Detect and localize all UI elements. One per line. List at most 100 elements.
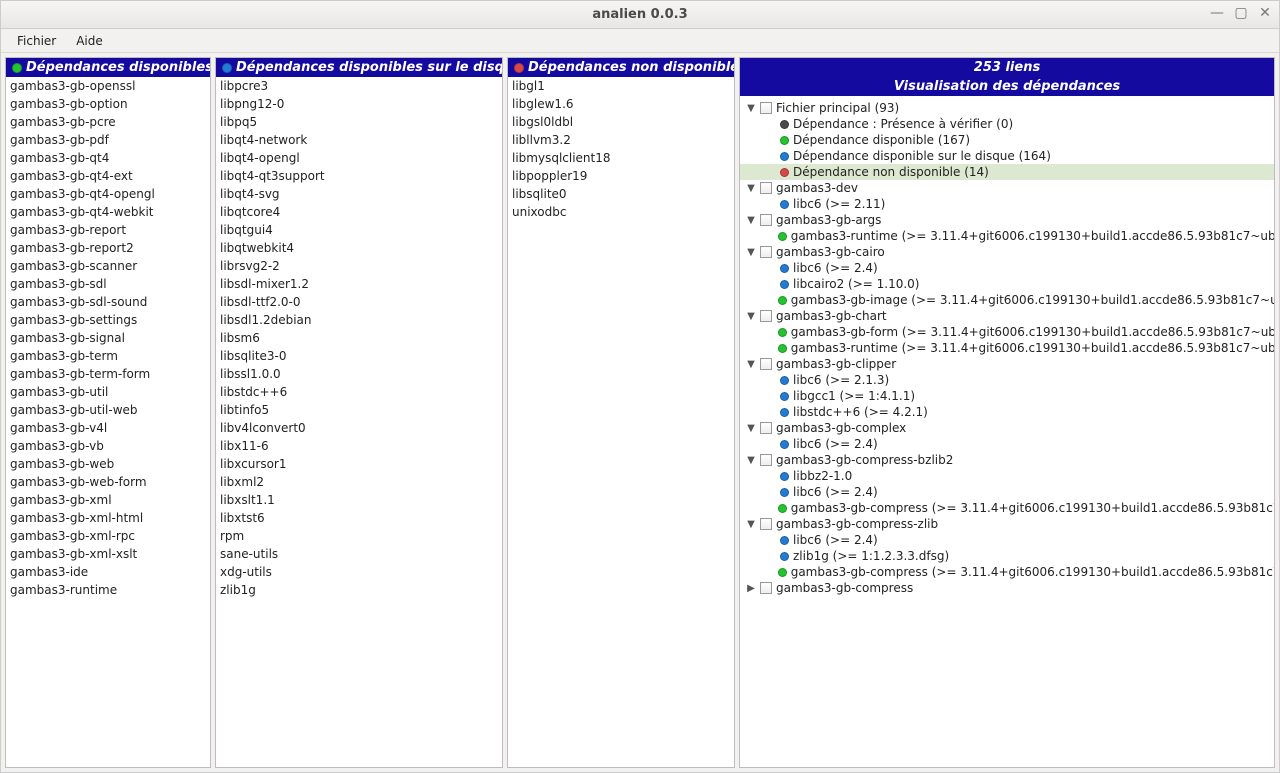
tree-leaf[interactable]: ▶Dépendance non disponible (14) [740, 164, 1274, 180]
tree-leaf[interactable]: ▶libc6 (>= 2.4) [740, 484, 1274, 500]
list-item[interactable]: gambas3-gb-sdl-sound [6, 293, 210, 311]
tree-leaf[interactable]: ▶libstdc++6 (>= 4.2.1) [740, 404, 1274, 420]
tree-leaf[interactable]: ▶libgcc1 (>= 1:4.1.1) [740, 388, 1274, 404]
tree-node[interactable]: ▼gambas3-gb-args [740, 212, 1274, 228]
expand-toggle-icon[interactable]: ▼ [746, 103, 756, 114]
list-item[interactable]: gambas3-gb-scanner [6, 257, 210, 275]
list-item[interactable]: gambas3-gb-term-form [6, 365, 210, 383]
list-item[interactable]: gambas3-gb-xml [6, 491, 210, 509]
tree-leaf[interactable]: ▶zlib1g (>= 1:1.2.3.3.dfsg) [740, 548, 1274, 564]
list-item[interactable]: gambas3-gb-report [6, 221, 210, 239]
list-item[interactable]: libqtcore4 [216, 203, 502, 221]
tree-leaf[interactable]: ▶gambas3-runtime (>= 3.11.4+git6006.c199… [740, 340, 1274, 356]
list-item[interactable]: libsdl1.2debian [216, 311, 502, 329]
list-item[interactable]: libstdc++6 [216, 383, 502, 401]
expand-toggle-icon[interactable]: ▼ [746, 519, 756, 530]
panel-on-disk-list[interactable]: libpcre3libpng12-0libpq5libqt4-network li… [216, 77, 502, 767]
list-item[interactable]: sane-utils [216, 545, 502, 563]
list-item[interactable]: gambas3-gb-report2 [6, 239, 210, 257]
list-item[interactable]: libqtwebkit4 [216, 239, 502, 257]
list-item[interactable]: libxcursor1 [216, 455, 502, 473]
close-button[interactable]: ✕ [1257, 5, 1273, 21]
expand-toggle-icon[interactable]: ▼ [746, 423, 756, 434]
tree-leaf[interactable]: ▶Dépendance disponible sur le disque (16… [740, 148, 1274, 164]
tree-leaf[interactable]: ▶libc6 (>= 2.1.3) [740, 372, 1274, 388]
expand-toggle-icon[interactable]: ▼ [746, 183, 756, 194]
list-item[interactable]: libsqlite0 [508, 185, 734, 203]
tree-leaf[interactable]: ▶libc6 (>= 2.11) [740, 196, 1274, 212]
list-item[interactable]: libtinfo5 [216, 401, 502, 419]
list-item[interactable]: libpng12-0 [216, 95, 502, 113]
list-item[interactable]: libsdl-ttf2.0-0 [216, 293, 502, 311]
tree-node[interactable]: ▼gambas3-gb-compress-bzlib2 [740, 452, 1274, 468]
tree-leaf[interactable]: ▶Dépendance disponible (167) [740, 132, 1274, 148]
list-item[interactable]: gambas3-gb-settings [6, 311, 210, 329]
tree-scroll[interactable]: ▼Fichier principal (93)▶Dépendance : Pré… [740, 96, 1274, 767]
list-item[interactable]: gambas3-gb-qt4-ext [6, 167, 210, 185]
tree-leaf[interactable]: ▶libcairo2 (>= 1.10.0) [740, 276, 1274, 292]
list-item[interactable]: libpq5 [216, 113, 502, 131]
list-item[interactable]: libqtgui4 [216, 221, 502, 239]
list-item[interactable]: libx11-6 [216, 437, 502, 455]
dependency-tree[interactable]: ▼Fichier principal (93)▶Dépendance : Pré… [740, 96, 1274, 600]
panel-available-list[interactable]: gambas3-gb-opensslgambas3-gb-optiongamba… [6, 77, 210, 767]
list-item[interactable]: zlib1g [216, 581, 502, 599]
list-item[interactable]: libxtst6 [216, 509, 502, 527]
tree-leaf[interactable]: ▶gambas3-gb-compress (>= 3.11.4+git6006.… [740, 500, 1274, 516]
list-item[interactable]: libsm6 [216, 329, 502, 347]
list-item[interactable]: libxml2 [216, 473, 502, 491]
menu-help[interactable]: Aide [66, 32, 113, 50]
tree-leaf[interactable]: ▶libc6 (>= 2.4) [740, 532, 1274, 548]
list-item[interactable]: libsqlite3-0 [216, 347, 502, 365]
list-item[interactable]: libsdl-mixer1.2 [216, 275, 502, 293]
tree-node[interactable]: ▼Fichier principal (93) [740, 100, 1274, 116]
list-item[interactable]: gambas3-gb-option [6, 95, 210, 113]
menu-file[interactable]: Fichier [7, 32, 66, 50]
expand-toggle-icon[interactable]: ▼ [746, 455, 756, 466]
list-item[interactable]: gambas3-gb-pcre [6, 113, 210, 131]
list-item[interactable]: gambas3-gb-util [6, 383, 210, 401]
tree-node[interactable]: ▼gambas3-gb-chart [740, 308, 1274, 324]
list-item[interactable]: xdg-utils [216, 563, 502, 581]
list-item[interactable]: libqt4-qt3support [216, 167, 502, 185]
tree-leaf[interactable]: ▶gambas3-runtime (>= 3.11.4+git6006.c199… [740, 228, 1274, 244]
list-item[interactable]: gambas3-gb-v4l [6, 419, 210, 437]
tree-leaf[interactable]: ▶libbz2-1.0 [740, 468, 1274, 484]
tree-leaf[interactable]: ▶gambas3-gb-image (>= 3.11.4+git6006.c19… [740, 292, 1274, 308]
list-item[interactable]: libxslt1.1 [216, 491, 502, 509]
list-item[interactable]: gambas3-gb-sdl [6, 275, 210, 293]
list-item[interactable]: gambas3-gb-xml-rpc [6, 527, 210, 545]
list-item[interactable]: gambas3-gb-openssl [6, 77, 210, 95]
list-item[interactable]: gambas3-gb-qt4-webkit [6, 203, 210, 221]
list-item[interactable]: gambas3-ide [6, 563, 210, 581]
list-item[interactable]: gambas3-gb-term [6, 347, 210, 365]
list-item[interactable]: gambas3-gb-pdf [6, 131, 210, 149]
tree-leaf[interactable]: ▶Dépendance : Présence à vérifier (0) [740, 116, 1274, 132]
maximize-button[interactable]: ▢ [1233, 5, 1249, 21]
tree-node[interactable]: ▼gambas3-gb-clipper [740, 356, 1274, 372]
expand-toggle-icon[interactable]: ▼ [746, 311, 756, 322]
tree-leaf[interactable]: ▶libc6 (>= 2.4) [740, 436, 1274, 452]
tree-node[interactable]: ▼gambas3-dev [740, 180, 1274, 196]
list-item[interactable]: gambas3-gb-vb [6, 437, 210, 455]
list-item[interactable]: libqt4-network [216, 131, 502, 149]
list-item[interactable]: libgl1 [508, 77, 734, 95]
list-item[interactable]: unixodbc [508, 203, 734, 221]
list-item[interactable]: libllvm3.2 [508, 131, 734, 149]
list-item[interactable]: gambas3-gb-xml-html [6, 509, 210, 527]
tree-leaf[interactable]: ▶gambas3-gb-compress (>= 3.11.4+git6006.… [740, 564, 1274, 580]
minimize-button[interactable]: — [1209, 5, 1225, 21]
list-item[interactable]: gambas3-gb-util-web [6, 401, 210, 419]
list-item[interactable]: libqt4-svg [216, 185, 502, 203]
list-item[interactable]: librsvg2-2 [216, 257, 502, 275]
list-item[interactable]: gambas3-gb-web-form [6, 473, 210, 491]
tree-node[interactable]: ▼gambas3-gb-compress-zlib [740, 516, 1274, 532]
list-item[interactable]: libpcre3 [216, 77, 502, 95]
list-item[interactable]: libglew1.6 [508, 95, 734, 113]
list-item[interactable]: gambas3-gb-web [6, 455, 210, 473]
tree-node[interactable]: ▶gambas3-gb-compress [740, 580, 1274, 596]
list-item[interactable]: gambas3-gb-xml-xslt [6, 545, 210, 563]
list-item[interactable]: libssl1.0.0 [216, 365, 502, 383]
expand-toggle-icon[interactable]: ▶ [746, 583, 756, 594]
list-item[interactable]: libpoppler19 [508, 167, 734, 185]
